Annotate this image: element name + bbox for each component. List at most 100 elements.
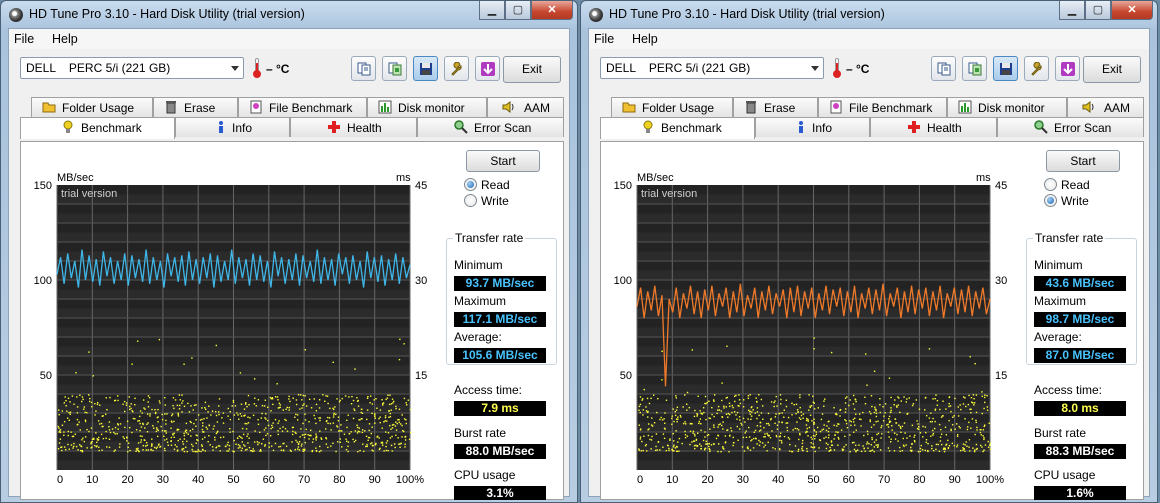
tab-disk-monitor[interactable]: Disk monitor <box>367 97 487 117</box>
access-time-point <box>347 414 349 416</box>
tab-erase[interactable]: Erase <box>733 97 818 117</box>
maximize-button[interactable]: ▢ <box>1085 1 1111 20</box>
folder-icon <box>42 100 56 114</box>
minimize-button[interactable]: ▁ <box>479 1 505 20</box>
access-time-point <box>833 424 835 427</box>
access-time-point <box>712 443 715 445</box>
access-time-point <box>638 448 640 450</box>
access-time-point <box>863 434 865 437</box>
radio-read-indicator[interactable] <box>1044 178 1057 191</box>
radio-write[interactable]: Write <box>464 194 509 208</box>
tab-error-scan[interactable]: Error Scan <box>417 117 564 137</box>
tab-folder-usage[interactable]: Folder Usage <box>611 97 733 117</box>
access-time-point <box>69 401 71 403</box>
access-time-point <box>347 441 350 443</box>
access-time-point <box>404 446 406 448</box>
access-time-point <box>806 450 808 453</box>
access-time-point <box>684 394 686 396</box>
tab-erase[interactable]: Erase <box>153 97 238 117</box>
tab-aam[interactable]: AAM <box>487 97 564 117</box>
access-time-point <box>377 435 379 438</box>
tab-health[interactable]: Health <box>870 117 997 137</box>
access-time-point <box>887 447 890 449</box>
access-time-point <box>709 417 712 420</box>
radio-read[interactable]: Read <box>1044 178 1090 192</box>
exit-button[interactable]: Exit <box>1083 56 1141 83</box>
tab-label: File Benchmark <box>849 101 933 115</box>
exit-button[interactable]: Exit <box>503 56 561 83</box>
access-time-point <box>229 428 231 430</box>
minimize-button[interactable]: ▁ <box>1059 1 1085 20</box>
tab-aam[interactable]: AAM <box>1067 97 1144 117</box>
copy-text-button[interactable] <box>351 56 376 81</box>
close-button[interactable]: ✕ <box>531 1 573 20</box>
title-bar[interactable]: HD Tune Pro 3.10 - Hard Disk Utility (tr… <box>581 1 1157 28</box>
tab-benchmark[interactable]: Benchmark <box>600 117 755 139</box>
tab-error-scan[interactable]: Error Scan <box>997 117 1144 137</box>
access-time-point <box>973 404 975 406</box>
menu-file[interactable]: File <box>14 32 34 46</box>
copy-screenshot-button[interactable] <box>382 56 407 81</box>
access-time-point <box>391 435 393 438</box>
access-time-point <box>879 404 881 406</box>
options-button[interactable] <box>444 56 469 81</box>
access-time-point <box>183 450 186 453</box>
access-time-point <box>888 377 891 379</box>
access-time-point <box>329 422 332 425</box>
access-time-point <box>709 450 711 453</box>
access-time-value: 7.9 ms <box>454 401 546 416</box>
access-time-point <box>361 412 364 415</box>
maximize-button[interactable]: ▢ <box>505 1 531 20</box>
start-button[interactable]: Start <box>1046 150 1120 172</box>
maximum-value: 98.7 MB/sec <box>1034 312 1126 327</box>
access-time-point <box>891 429 893 431</box>
radio-write[interactable]: Write <box>1044 194 1089 208</box>
tab-benchmark[interactable]: Benchmark <box>20 117 175 139</box>
tab-disk-monitor[interactable]: Disk monitor <box>947 97 1067 117</box>
access-time-point <box>233 439 235 442</box>
drive-select[interactable]: DELL PERC 5/i (221 GB) <box>600 57 824 79</box>
y-tick-right: 15 <box>415 370 427 382</box>
access-time-point <box>738 405 740 407</box>
tab-file-benchmark[interactable]: File Benchmark <box>818 97 947 117</box>
drive-select[interactable]: DELL PERC 5/i (221 GB) <box>20 57 244 79</box>
tab-info[interactable]: Info <box>755 117 870 137</box>
access-time-point <box>853 421 855 423</box>
access-time-point <box>899 411 901 414</box>
access-time-point <box>789 443 791 446</box>
menu-help[interactable]: Help <box>52 32 78 46</box>
save-button[interactable] <box>413 56 438 81</box>
copy-screenshot-button[interactable] <box>962 56 987 81</box>
menu-file[interactable]: File <box>594 32 614 46</box>
options-button[interactable] <box>1024 56 1049 81</box>
tab-health[interactable]: Health <box>290 117 417 137</box>
tab-file-benchmark[interactable]: File Benchmark <box>238 97 367 117</box>
radio-write-indicator[interactable] <box>464 194 477 207</box>
tab-info[interactable]: Info <box>175 117 290 137</box>
access-time-point <box>663 427 666 429</box>
download-button[interactable] <box>475 56 500 81</box>
access-time-point <box>241 437 243 439</box>
copy-text-button[interactable] <box>931 56 956 81</box>
access-time-point <box>261 412 263 415</box>
radio-read[interactable]: Read <box>464 178 510 192</box>
access-time-point <box>750 439 752 442</box>
radio-write-indicator[interactable] <box>1044 194 1057 207</box>
access-time-point <box>642 409 645 411</box>
access-time-point <box>164 397 166 399</box>
radio-read-indicator[interactable] <box>464 178 477 191</box>
download-button[interactable] <box>1055 56 1080 81</box>
tab-folder-usage[interactable]: Folder Usage <box>31 97 153 117</box>
title-bar[interactable]: HD Tune Pro 3.10 - Hard Disk Utility (tr… <box>1 1 577 28</box>
access-time-point <box>61 410 64 412</box>
start-button[interactable]: Start <box>466 150 540 172</box>
access-time-point <box>177 439 179 442</box>
close-button[interactable]: ✕ <box>1111 1 1153 20</box>
access-time-point <box>335 450 337 453</box>
access-time-point <box>189 429 192 432</box>
menu-help[interactable]: Help <box>632 32 658 46</box>
access-time-point <box>82 437 84 439</box>
save-button[interactable] <box>993 56 1018 81</box>
access-time-point <box>947 439 949 442</box>
access-time-point <box>968 394 970 397</box>
